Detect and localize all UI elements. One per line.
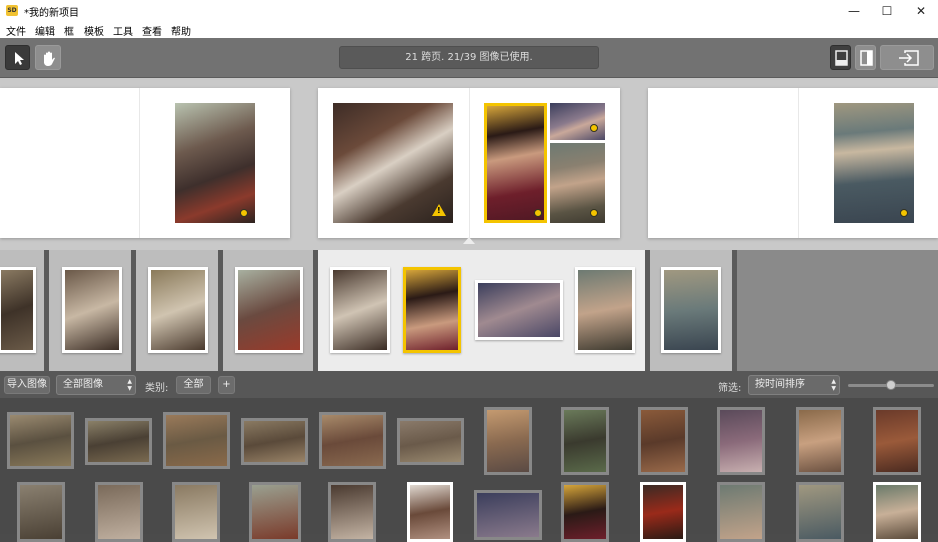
library-photo[interactable] — [397, 418, 464, 465]
image-library — [0, 398, 938, 542]
library-photo[interactable] — [561, 407, 609, 475]
image-filter-value: 全部图像 — [63, 379, 103, 390]
image-status-dot — [590, 124, 598, 132]
menu-edit[interactable]: 编辑 — [35, 23, 55, 38]
strip-divider — [732, 250, 737, 371]
arrow-cursor-icon — [15, 52, 24, 65]
maximize-button[interactable]: ☐ — [874, 2, 900, 20]
library-photo[interactable] — [95, 482, 143, 542]
library-photo[interactable] — [873, 482, 921, 542]
library-photo[interactable] — [328, 482, 376, 542]
window-title: *我的新项目 — [24, 8, 79, 19]
strip-photo[interactable] — [62, 267, 122, 353]
warning-mark: ! — [437, 206, 441, 215]
strip-photo[interactable] — [0, 267, 36, 353]
selected-spread-pointer — [463, 237, 475, 244]
library-photo[interactable] — [7, 412, 74, 469]
category-label: 类别: — [145, 383, 169, 394]
library-photo[interactable] — [561, 482, 609, 542]
page-fold — [139, 88, 140, 238]
library-photo[interactable] — [717, 482, 765, 542]
library-photo[interactable] — [172, 482, 220, 542]
title-bar: SD *我的新项目 — ☐ ✕ — [0, 0, 938, 22]
close-button[interactable]: ✕ — [908, 2, 934, 20]
spread-view: ! — [0, 78, 938, 250]
photo-frame[interactable] — [834, 103, 914, 223]
slider-handle[interactable] — [886, 380, 896, 390]
image-status-dot — [590, 209, 598, 217]
spread-page[interactable] — [0, 88, 290, 238]
menu-view[interactable]: 查看 — [142, 23, 162, 38]
photo-frame-selected[interactable] — [484, 103, 547, 223]
menu-help[interactable]: 帮助 — [171, 23, 191, 38]
app-logo-icon: SD — [6, 5, 18, 16]
select-tool-button[interactable] — [5, 45, 30, 70]
import-images-button[interactable]: 导入图像 — [4, 376, 50, 394]
image-status-dot — [900, 209, 908, 217]
add-category-button[interactable]: + — [218, 376, 235, 394]
hand-icon — [44, 51, 55, 66]
strip-photo[interactable] — [148, 267, 208, 353]
menu-file[interactable]: 文件 — [6, 23, 26, 38]
library-photo[interactable] — [640, 482, 686, 542]
library-photo[interactable] — [796, 482, 844, 542]
menu-bar: 文件 编辑 框 模板 工具 查看 帮助 — [0, 22, 938, 38]
minimize-button[interactable]: — — [841, 2, 867, 20]
sort-label: 筛选: — [718, 383, 742, 394]
single-page-view-icon — [835, 50, 848, 66]
strip-photo[interactable] — [475, 280, 563, 340]
export-icon — [899, 50, 919, 66]
library-photo[interactable] — [17, 482, 65, 542]
strip-photo[interactable] — [661, 267, 721, 353]
library-photo[interactable] — [484, 407, 532, 475]
library-photo[interactable] — [638, 407, 688, 475]
library-photo[interactable] — [796, 407, 844, 475]
sort-select[interactable]: 按时间排序 ▲ ▼ — [748, 375, 840, 395]
library-photo[interactable] — [241, 418, 308, 465]
spread-view-button[interactable] — [855, 45, 876, 70]
image-status-dot — [240, 209, 248, 217]
image-status-dot — [534, 209, 542, 217]
library-photo[interactable] — [474, 490, 542, 540]
library-photo[interactable] — [873, 407, 921, 475]
library-toolbar: 导入图像 全部图像 ▲ ▼ 类别: 全部 + 筛选: 按时间排序 ▲ ▼ — [0, 371, 938, 398]
library-photo[interactable] — [85, 418, 152, 465]
export-button[interactable] — [880, 45, 934, 70]
chevron-updown-icon: ▲ ▼ — [831, 378, 836, 392]
strip-photo[interactable] — [330, 267, 390, 353]
single-page-view-button[interactable] — [830, 45, 851, 70]
spread-thumbnail-strip — [0, 250, 938, 371]
spread-page-selected[interactable]: ! — [318, 88, 620, 238]
strip-photo[interactable] — [575, 267, 635, 353]
chevron-updown-icon: ▲ ▼ — [127, 378, 132, 392]
status-bar: 21 跨页. 21/39 图像已使用. — [339, 46, 599, 69]
menu-template[interactable]: 模板 — [84, 23, 104, 38]
menu-tools[interactable]: 工具 — [113, 23, 133, 38]
library-photo[interactable] — [163, 412, 230, 469]
photo-frame[interactable] — [175, 103, 255, 223]
menu-frame[interactable]: 框 — [64, 23, 74, 38]
library-photo[interactable] — [717, 407, 765, 475]
photo-frame[interactable] — [550, 103, 605, 140]
library-photo[interactable] — [249, 482, 301, 542]
spread-page[interactable] — [648, 88, 938, 238]
sort-value: 按时间排序 — [755, 379, 805, 390]
strip-photo-selected[interactable] — [403, 267, 461, 353]
spread-view-icon — [860, 50, 873, 66]
library-photo[interactable] — [407, 482, 453, 542]
hand-tool-button[interactable] — [35, 45, 61, 70]
category-button[interactable]: 全部 — [176, 376, 211, 394]
page-fold — [469, 88, 470, 238]
page-fold — [798, 88, 799, 238]
strip-photo[interactable] — [235, 267, 303, 353]
library-photo[interactable] — [319, 412, 386, 469]
image-filter-select[interactable]: 全部图像 ▲ ▼ — [56, 375, 136, 395]
